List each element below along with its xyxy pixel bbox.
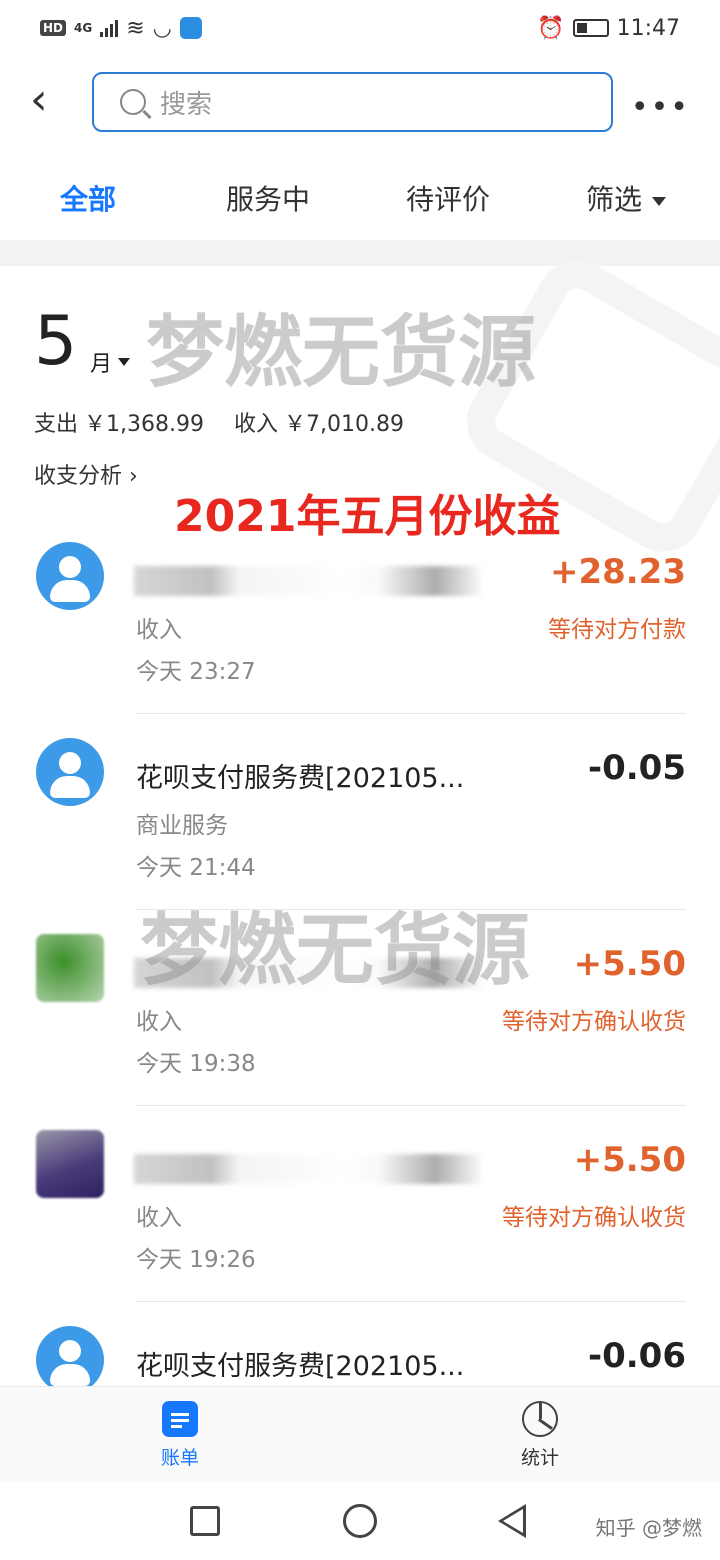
month-summary: 5 月 梦燃无货源 支出 ￥1,368.99 收入 ￥7,010.89 收支分析 ›…: [0, 245, 720, 567]
income-value: ￥7,010.89: [284, 412, 404, 437]
income-summary: 收入 ￥7,010.89: [234, 406, 404, 438]
alarm-icon: ⏰: [537, 15, 565, 41]
nav-stats-label: 统计: [520, 1447, 559, 1469]
network-type: 4G: [74, 21, 93, 35]
recent-apps-icon[interactable]: [190, 1506, 220, 1536]
user-avatar-icon: [36, 738, 104, 806]
transaction-amount: -0.05: [588, 748, 686, 788]
transaction-category: 收入: [136, 1205, 182, 1231]
nav-bill[interactable]: 账单: [120, 1401, 240, 1470]
transaction-amount: +28.23: [549, 552, 686, 592]
transaction-row[interactable]: 收入 今天 19:26 +5.50 等待对方确认收货: [0, 1106, 720, 1302]
expense-label: 支出: [34, 412, 79, 437]
transaction-title: 花呗支付服务费[202105...: [136, 763, 465, 794]
user-avatar-icon: [36, 1326, 104, 1394]
analysis-link[interactable]: 收支分析 ›: [34, 458, 138, 490]
status-right: ⏰ 11:47: [537, 16, 680, 41]
blurred-avatar: [36, 934, 104, 1002]
expense-value: ￥1,368.99: [84, 412, 204, 437]
clock: 11:47: [616, 15, 680, 41]
blurred-title: [134, 566, 484, 596]
transaction-row[interactable]: 收入 今天 23:27 +28.23 等待对方付款: [0, 518, 720, 714]
transaction-time: 今天 19:38: [136, 1051, 256, 1077]
income-expense-summary: 支出 ￥1,368.99 收入 ￥7,010.89: [34, 406, 404, 438]
chevron-left-icon[interactable]: ‹: [30, 78, 70, 124]
app-screen: HD 4G ≋ ◡ ⏰ 11:47 ‹ 搜索 ••• 全部 服务中 待评价 筛选: [0, 0, 720, 1560]
tab-to-review[interactable]: 待评价: [406, 178, 490, 218]
filter-tabs: 全部 服务中 待评价 筛选: [0, 160, 720, 232]
transaction-status: 等待对方付款: [548, 617, 686, 643]
watermark-text: 梦燃无货源: [146, 308, 537, 398]
section-divider: [0, 240, 720, 266]
transaction-time: 今天 23:27: [136, 659, 256, 685]
watermark-text: 梦燃无货源: [140, 906, 531, 996]
transaction-title: 花呗支付服务费[202105...: [136, 1351, 465, 1382]
caret-down-icon: [652, 196, 667, 206]
battery-icon: [572, 19, 609, 37]
pie-chart-icon: [522, 1401, 558, 1437]
user-avatar-icon: [36, 542, 104, 610]
wifi-icon: ≋: [126, 15, 145, 41]
transaction-status: 等待对方确认收货: [502, 1205, 686, 1231]
blurred-avatar: [36, 1130, 104, 1198]
tab-filter-label: 筛选: [586, 183, 643, 216]
month-number[interactable]: 5: [34, 302, 77, 381]
signal-icon: [100, 19, 119, 37]
search-icon: [120, 89, 146, 115]
transaction-amount: +5.50: [573, 944, 686, 984]
nav-stats[interactable]: 统计: [480, 1401, 600, 1470]
search-placeholder: 搜索: [160, 89, 213, 120]
transaction-category: 收入: [136, 1009, 182, 1035]
blurred-title: [134, 1154, 484, 1184]
more-dots-icon[interactable]: •••: [631, 90, 690, 125]
system-nav-bar: 知乎 @梦燃: [0, 1482, 720, 1560]
transaction-row[interactable]: 花呗支付服务费[202105... 商业服务 今天 21:44 -0.05: [0, 714, 720, 910]
tab-in-service[interactable]: 服务中: [226, 178, 310, 218]
transaction-category: 收入: [136, 617, 182, 643]
transaction-time: 今天 21:44: [136, 855, 256, 881]
shield-icon: ◡: [152, 15, 172, 41]
source-credit: 知乎 @梦燃: [595, 1516, 702, 1540]
expense-summary: 支出 ￥1,368.99: [34, 406, 204, 438]
tab-all[interactable]: 全部: [60, 178, 116, 218]
transaction-amount: -0.06: [588, 1336, 686, 1376]
tab-filter[interactable]: 筛选: [586, 178, 667, 218]
transaction-time: 今天 19:26: [136, 1247, 256, 1273]
search-input[interactable]: 搜索: [92, 72, 613, 132]
app-notification-icon: [179, 17, 202, 39]
bottom-nav: 账单 统计: [0, 1386, 720, 1482]
top-bar: ‹ 搜索 •••: [0, 60, 720, 146]
month-unit[interactable]: 月: [90, 346, 112, 378]
nav-bill-label: 账单: [160, 1447, 199, 1469]
status-bar: HD 4G ≋ ◡ ⏰ 11:47: [0, 0, 720, 56]
month-dropdown-icon[interactable]: [118, 358, 130, 366]
transaction-amount: +5.50: [573, 1140, 686, 1180]
home-icon[interactable]: [343, 1504, 377, 1538]
bill-icon: [162, 1401, 198, 1437]
transaction-status: 等待对方确认收货: [502, 1009, 686, 1035]
income-label: 收入: [234, 412, 279, 437]
hd-badge: HD: [40, 20, 67, 36]
back-triangle-icon[interactable]: [498, 1504, 526, 1538]
status-left: HD 4G ≋ ◡: [40, 16, 202, 41]
transaction-category: 商业服务: [136, 813, 228, 839]
